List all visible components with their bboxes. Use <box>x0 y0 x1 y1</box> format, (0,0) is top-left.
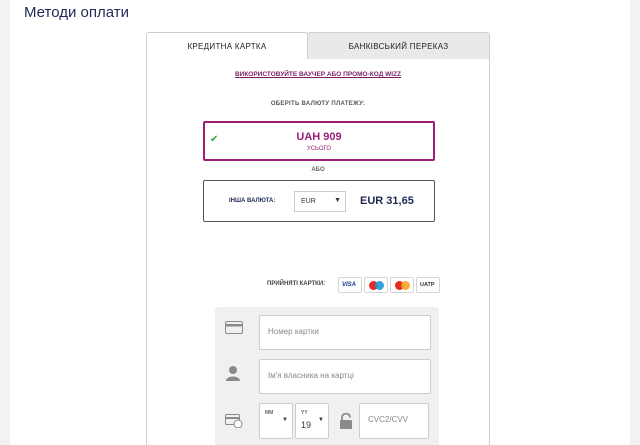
lock-icon <box>339 412 353 433</box>
card-number-input[interactable]: Номер картки <box>259 315 431 350</box>
expiry-month-select[interactable]: MM ▼ <box>259 403 293 439</box>
maestro-logo <box>364 277 388 293</box>
tab-credit-card[interactable]: КРЕДИТНА КАРТКА <box>146 32 308 60</box>
credit-card-panel: ВИКОРИСТОВУЙТЕ ВАУЧЕР АБО ПРОМО-КОД WIZZ… <box>146 59 490 445</box>
uah-currency-option[interactable]: ✔ UAH 909 УСЬОГО <box>203 121 435 161</box>
year-label: YY <box>301 410 308 416</box>
card-holder-input[interactable]: Ім'я власника на картці <box>259 359 431 394</box>
caret-down-icon: ▼ <box>334 197 341 204</box>
card-holder-placeholder: Ім'я власника на картці <box>268 371 354 380</box>
currency-select[interactable]: EUR ▼ <box>294 191 346 212</box>
other-currency-label: ІНША ВАЛЮТА: <box>229 198 276 204</box>
mastercard-logo <box>390 277 414 293</box>
card-number-placeholder: Номер картки <box>268 327 319 336</box>
expiry-year-select[interactable]: YY 19 ▼ <box>295 403 329 439</box>
uatp-logo: UATP <box>416 277 440 293</box>
user-icon <box>225 365 241 384</box>
month-label: MM <box>265 410 274 416</box>
other-currency-option[interactable]: ІНША ВАЛЮТА: EUR ▼ EUR 31,65 <box>203 180 435 222</box>
visa-logo: VISA <box>338 277 362 293</box>
payment-page: Методи оплати КРЕДИТНА КАРТКА БАНКІВСЬКИ… <box>10 0 630 445</box>
eur-amount: EUR 31,65 <box>360 195 414 207</box>
visa-logo-text: VISA <box>342 282 357 288</box>
or-label: АБО <box>311 167 325 173</box>
choose-currency-label: ОБЕРІТЬ ВАЛЮТУ ПЛАТЕЖУ: <box>270 101 366 107</box>
uatp-logo-text: UATP <box>420 282 435 288</box>
credit-card-icon <box>225 321 243 337</box>
cvc-placeholder: CVC2/CVV <box>368 415 409 424</box>
tab-bank-transfer[interactable]: БАНКІВСЬКИЙ ПЕРЕКАЗ <box>307 32 490 60</box>
currency-select-value: EUR <box>301 198 316 205</box>
uah-total-caption: УСЬОГО <box>306 146 332 152</box>
year-value: 19 <box>301 420 312 430</box>
caret-down-icon: ▼ <box>282 417 288 423</box>
card-form: Номер картки Ім'я власника на картці MM … <box>215 307 439 445</box>
payment-tabs: КРЕДИТНА КАРТКА БАНКІВСЬКИЙ ПЕРЕКАЗ <box>146 32 490 60</box>
uah-amount: UAH 909 <box>296 131 342 143</box>
page-title: Методи оплати <box>24 4 129 21</box>
voucher-link[interactable]: ВИКОРИСТОВУЙТЕ ВАУЧЕР АБО ПРОМО-КОД WIZZ <box>147 71 489 78</box>
calendar-card-icon <box>225 414 243 431</box>
accepted-cards-label: ПРИЙНЯТІ КАРТКИ: <box>267 281 326 287</box>
caret-down-icon: ▼ <box>318 417 324 423</box>
cvc-input[interactable]: CVC2/CVV <box>359 403 429 439</box>
